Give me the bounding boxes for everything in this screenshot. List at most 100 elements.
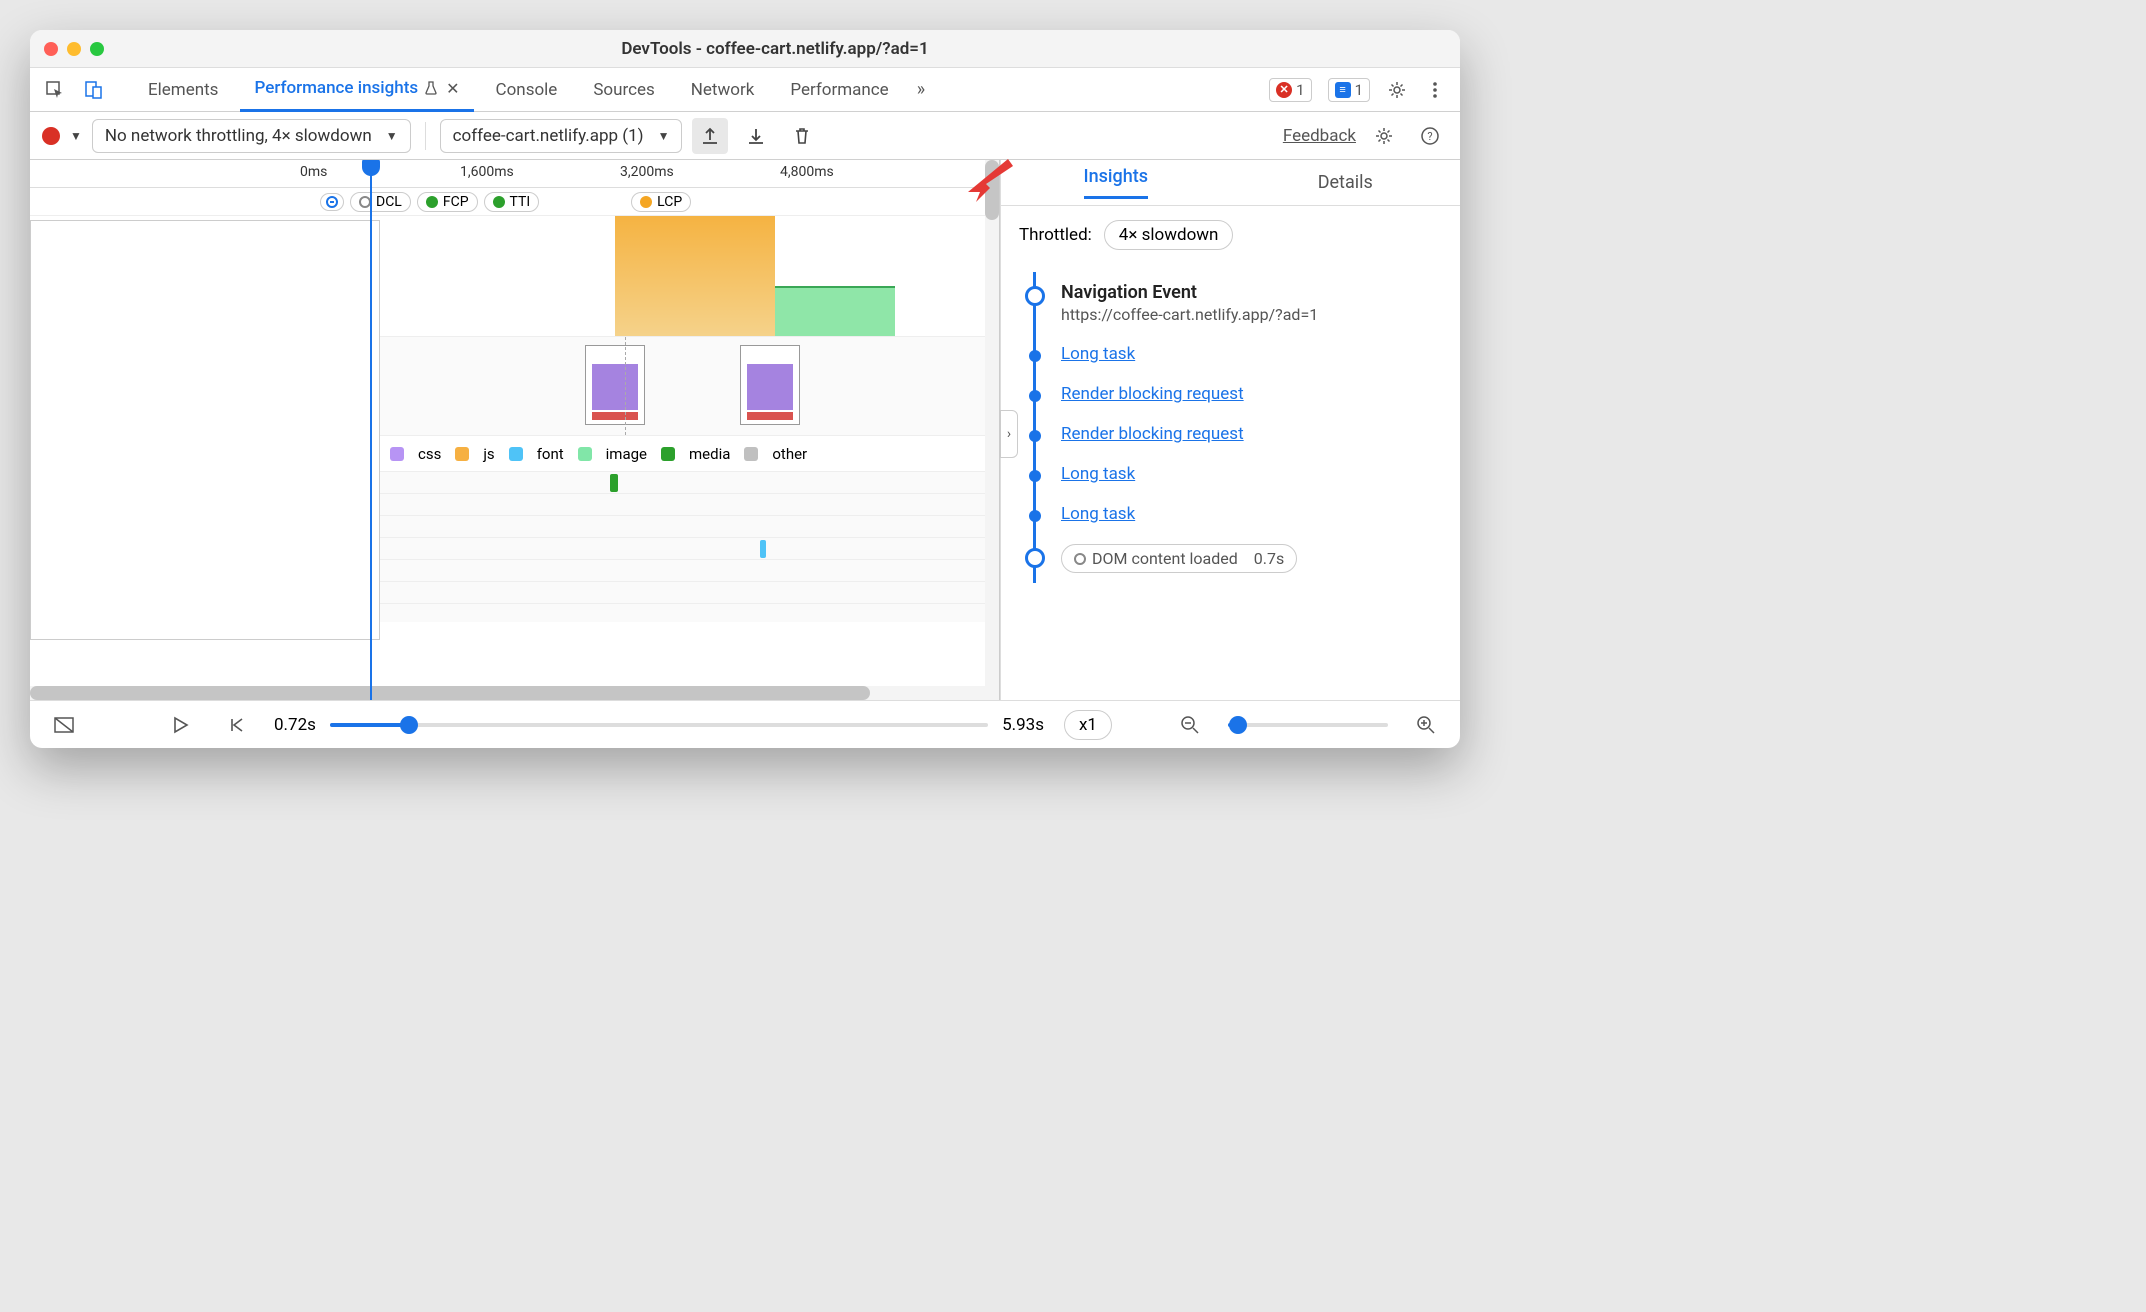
- delete-button[interactable]: [784, 118, 820, 154]
- throttled-pill[interactable]: 4× slowdown: [1104, 220, 1234, 250]
- close-window-button[interactable]: [44, 42, 58, 56]
- feedback-link[interactable]: Feedback: [1283, 126, 1356, 146]
- insight-link[interactable]: Render blocking request: [1061, 424, 1244, 444]
- chevron-down-icon: ▼: [386, 129, 398, 143]
- messages-count: 1: [1355, 81, 1363, 99]
- marker-dcl[interactable]: DCL: [350, 192, 411, 212]
- insight-item[interactable]: Render blocking request: [1025, 374, 1442, 414]
- device-toggle-icon[interactable]: [78, 75, 108, 105]
- maximize-window-button[interactable]: [90, 42, 104, 56]
- messages-badge[interactable]: ≡ 1: [1328, 78, 1370, 102]
- ruler-tick: 4,800ms: [780, 164, 834, 180]
- ruler-tick: 3,200ms: [620, 164, 674, 180]
- tab-sources[interactable]: Sources: [579, 68, 668, 112]
- marker-lcp[interactable]: LCP: [631, 192, 691, 212]
- recording-select[interactable]: coffee-cart.netlify.app (1) ▼: [440, 119, 683, 153]
- event-bullet-icon: [1025, 548, 1045, 568]
- font-swatch-icon: [509, 447, 523, 461]
- tab-performance[interactable]: Performance: [776, 68, 902, 112]
- playhead[interactable]: [370, 160, 372, 700]
- devtools-window: DevTools - coffee-cart.netlify.app/?ad=1…: [30, 30, 1460, 748]
- throttle-info: Throttled: 4× slowdown: [1001, 206, 1460, 264]
- throttling-select[interactable]: No network throttling, 4× slowdown ▼: [92, 119, 411, 153]
- insight-item[interactable]: Long task: [1025, 334, 1442, 374]
- tab-elements[interactable]: Elements: [134, 68, 232, 112]
- rewind-button[interactable]: [218, 707, 254, 743]
- insight-link[interactable]: Render blocking request: [1061, 384, 1244, 404]
- dcl-pill[interactable]: DOM content loaded 0.7s: [1061, 544, 1297, 573]
- window-title: DevTools - coffee-cart.netlify.app/?ad=1: [104, 39, 1446, 59]
- record-button[interactable]: [42, 127, 60, 145]
- ruler-tick: 0ms: [300, 164, 327, 180]
- more-menu-icon[interactable]: [1420, 75, 1450, 105]
- insight-item[interactable]: Long task: [1025, 454, 1442, 494]
- tti-dot-icon: [493, 196, 505, 208]
- settings-icon[interactable]: [1382, 75, 1412, 105]
- nav-url: https://coffee-cart.netlify.app/?ad=1: [1061, 305, 1442, 324]
- playback-footer: 0.72s 5.93s x1: [30, 700, 1460, 748]
- total-time: 5.93s: [1002, 715, 1044, 735]
- speed-pill[interactable]: x1: [1064, 710, 1112, 740]
- tab-performance-insights[interactable]: Performance insights ✕: [240, 68, 473, 112]
- media-swatch-icon: [661, 447, 675, 461]
- workspace: 0ms 1,600ms 3,200ms 4,800ms DCL FCP TTI …: [30, 160, 1460, 700]
- zoom-slider[interactable]: [1228, 723, 1388, 727]
- inspect-icon[interactable]: [40, 75, 70, 105]
- image-swatch-icon: [578, 447, 592, 461]
- tab-insights[interactable]: Insights: [1001, 160, 1231, 205]
- insights-toolbar: ▼ No network throttling, 4× slowdown ▼ c…: [30, 112, 1460, 160]
- errors-count: 1: [1296, 81, 1304, 99]
- current-time: 0.72s: [274, 715, 316, 735]
- tab-console[interactable]: Console: [482, 68, 572, 112]
- screenshot-thumb[interactable]: [585, 345, 645, 425]
- insight-navigation-event[interactable]: Navigation Event https://coffee-cart.net…: [1025, 272, 1442, 334]
- zoom-in-icon[interactable]: [1408, 707, 1444, 743]
- record-dropdown-icon[interactable]: ▼: [70, 129, 82, 143]
- panel-settings-icon[interactable]: [1366, 118, 1402, 154]
- experimental-icon: [424, 81, 438, 95]
- time-slider-group: 0.72s 5.93s: [274, 715, 1044, 735]
- tab-details[interactable]: Details: [1231, 160, 1461, 205]
- timeline-panel[interactable]: 0ms 1,600ms 3,200ms 4,800ms DCL FCP TTI …: [30, 160, 1000, 700]
- css-swatch-icon: [390, 447, 404, 461]
- lcp-dot-icon: [640, 196, 652, 208]
- horizontal-scrollbar[interactable]: [30, 686, 999, 700]
- help-icon[interactable]: ?: [1412, 118, 1448, 154]
- time-slider[interactable]: [330, 723, 988, 727]
- more-tabs-icon[interactable]: »: [911, 79, 931, 100]
- play-button[interactable]: [162, 707, 198, 743]
- insight-link[interactable]: Long task: [1061, 344, 1135, 364]
- dcl-dot-icon: [1074, 553, 1086, 565]
- time-ruler[interactable]: 0ms 1,600ms 3,200ms 4,800ms: [30, 160, 999, 188]
- insight-item[interactable]: Render blocking request: [1025, 414, 1442, 454]
- js-swatch-icon: [455, 447, 469, 461]
- close-tab-icon[interactable]: ✕: [446, 79, 459, 98]
- request-chip[interactable]: [760, 540, 766, 558]
- export-button[interactable]: [692, 118, 728, 154]
- tab-label: Performance insights: [254, 78, 418, 98]
- toggle-screenshots-icon[interactable]: [46, 707, 82, 743]
- import-button[interactable]: [738, 118, 774, 154]
- insights-list[interactable]: Navigation Event https://coffee-cart.net…: [1001, 264, 1460, 700]
- marker-tti[interactable]: TTI: [484, 192, 540, 212]
- insight-link[interactable]: Long task: [1061, 504, 1135, 524]
- zoom-out-icon[interactable]: [1172, 707, 1208, 743]
- errors-badge[interactable]: ✕ 1: [1269, 78, 1311, 102]
- collapse-sidebar-icon[interactable]: ›: [1000, 410, 1018, 458]
- insight-dcl[interactable]: DOM content loaded 0.7s: [1025, 534, 1442, 583]
- marker-nav[interactable]: [320, 193, 344, 211]
- insight-link[interactable]: Long task: [1061, 464, 1135, 484]
- request-chip[interactable]: [610, 474, 618, 492]
- vertical-scrollbar[interactable]: [985, 160, 999, 686]
- main-tabbar: Elements Performance insights ✕ Console …: [30, 68, 1460, 112]
- tab-network[interactable]: Network: [677, 68, 769, 112]
- minimize-window-button[interactable]: [67, 42, 81, 56]
- traffic-lights: [44, 42, 104, 56]
- screenshot-thumb[interactable]: [740, 345, 800, 425]
- sidebar-tabs: Insights Details: [1001, 160, 1460, 206]
- throttling-value: No network throttling, 4× slowdown: [105, 126, 372, 146]
- insight-item[interactable]: Long task: [1025, 494, 1442, 534]
- marker-fcp[interactable]: FCP: [417, 192, 478, 212]
- throttled-label: Throttled:: [1019, 225, 1092, 245]
- filmstrip-overlay: [30, 220, 380, 640]
